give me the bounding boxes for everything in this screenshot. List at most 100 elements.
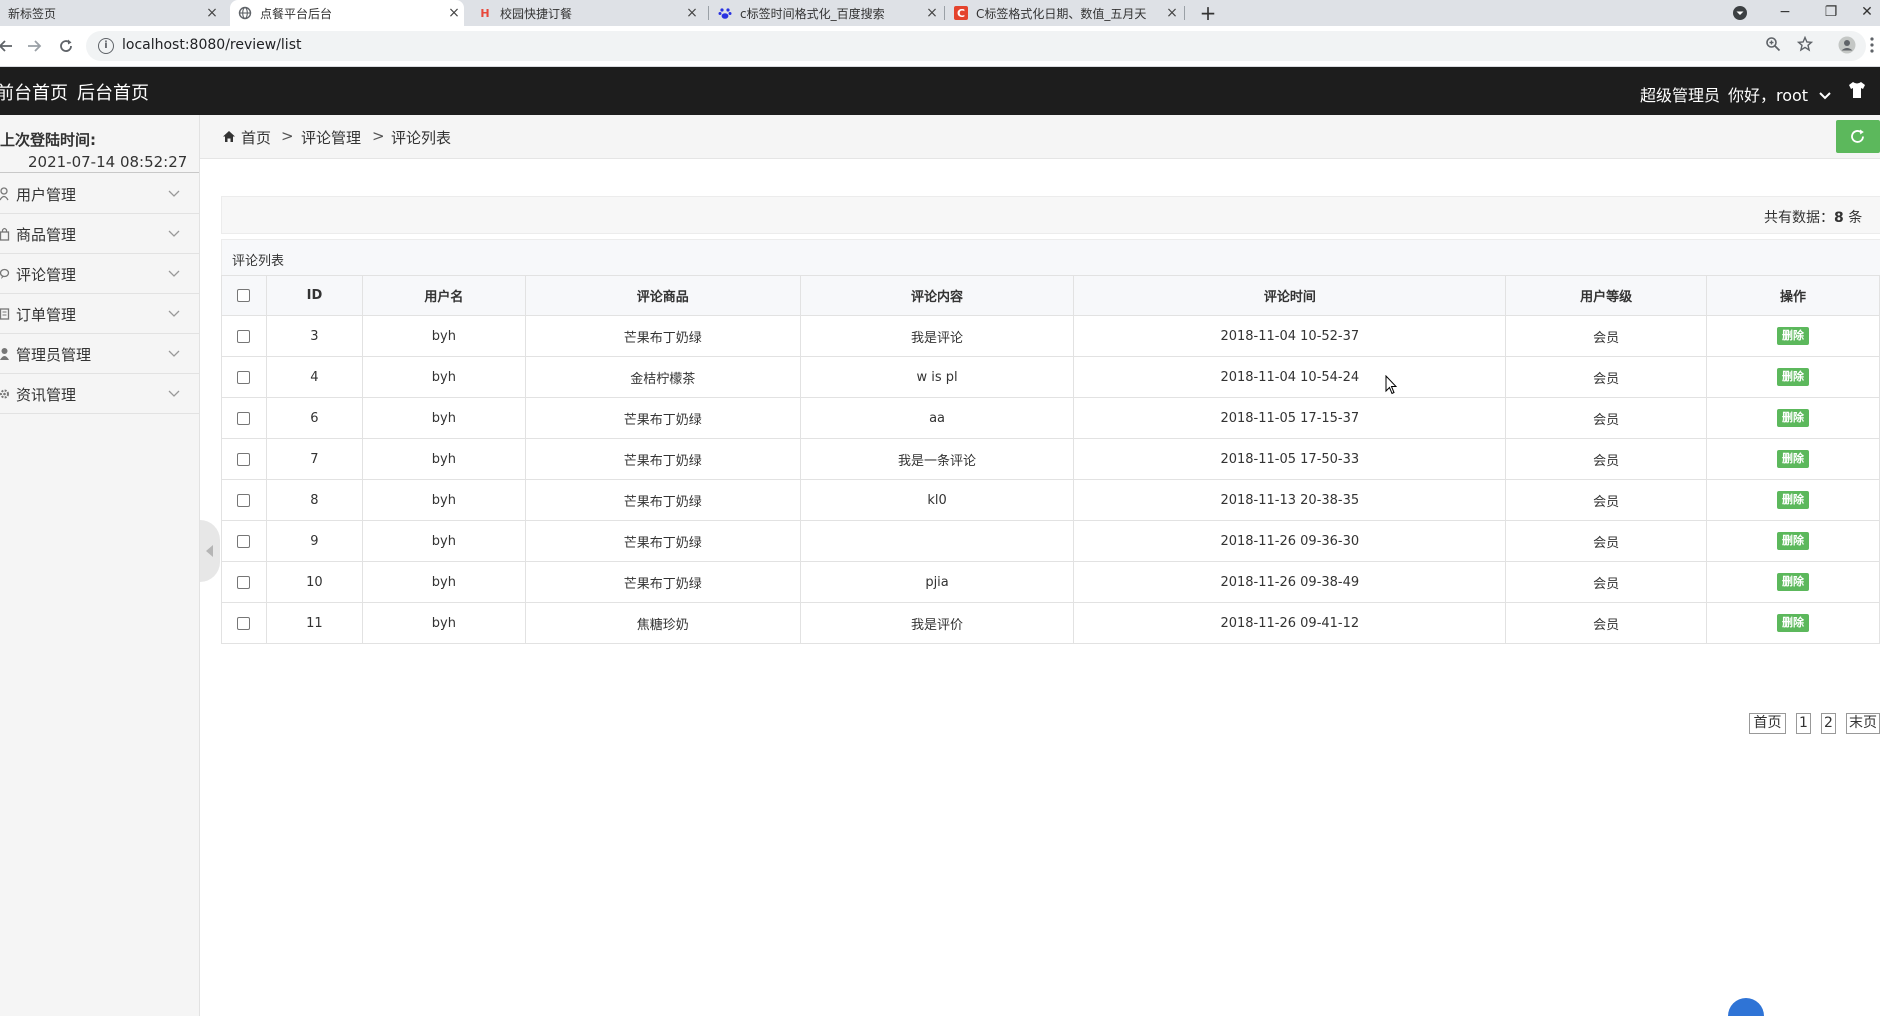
row-checkbox[interactable] [237,411,251,425]
back-home-link[interactable]: 后台首页 [77,79,149,105]
reload-icon[interactable] [54,34,78,58]
delete-button[interactable]: 删除 [1777,491,1810,509]
breadcrumb-current: 评论列表 [391,129,452,147]
cell-action: 删除 [1706,520,1880,562]
row-select-cell [221,356,267,398]
cell-level: 会员 [1505,356,1708,398]
minimize-button[interactable]: − [1762,0,1808,26]
browser-tab[interactable]: c标签时间格式化_百度搜索 × [710,0,942,26]
delete-button[interactable]: 删除 [1777,573,1810,591]
cell-action: 删除 [1706,356,1880,398]
delete-button[interactable]: 删除 [1777,368,1810,386]
cell-id: 8 [265,479,363,521]
breadcrumb-home[interactable]: 首页 [241,127,271,148]
chevron-down-icon [168,186,182,200]
floating-assistant-icon[interactable] [1728,998,1764,1016]
zoom-icon[interactable] [1762,36,1784,58]
select-all-checkbox[interactable] [237,289,251,302]
pager-page-1[interactable]: 1 [1796,713,1811,734]
breadcrumb: 首页 > 评论管理 > 评论列表 [200,115,1880,159]
site-info-icon[interactable]: i [98,38,114,54]
shirt-icon[interactable] [1847,80,1867,100]
cell-content [799,520,1075,562]
new-tab-button[interactable]: + [1196,1,1220,25]
sidebar-item-news[interactable]: 资讯管理 [0,374,199,414]
table-header-row: ID 用户名 评论商品 评论内容 评论时间 用户等级 操作 [221,275,1880,316]
browser-toolbar: i localhost:8080/review/list [0,26,1880,67]
cell-product: 芒果布丁奶绿 [524,561,801,603]
row-select-cell [221,602,267,644]
tab-separator [944,6,945,20]
chevron-down-icon [168,346,182,360]
tab-close-icon[interactable]: × [444,5,464,21]
row-select-cell [221,479,267,521]
column-header-action: 操作 [1706,275,1880,316]
sidebar-item-label: 评论管理 [16,266,77,284]
menu-dots-icon[interactable] [1866,36,1878,58]
total-prefix: 共有数据： [1764,210,1834,226]
sidebar-item-products[interactable]: 商品管理 [0,214,199,254]
delete-button[interactable]: 删除 [1777,327,1810,345]
row-checkbox[interactable] [237,534,251,548]
sidebar-item-label: 商品管理 [16,226,77,244]
tab-close-icon[interactable]: × [922,5,942,21]
cell-time: 2018-11-26 09-38-49 [1073,561,1507,603]
bookmark-star-icon[interactable] [1794,35,1816,58]
csdn-logo-icon: C [954,6,968,20]
close-window-button[interactable]: ✕ [1854,0,1880,26]
refresh-button[interactable] [1836,120,1880,153]
user-icon [0,187,12,201]
row-checkbox[interactable] [237,329,251,343]
browser-tab[interactable]: H 校园快捷订餐 × [470,0,702,26]
tab-search-icon[interactable] [1718,0,1762,26]
sidebar-item-admins[interactable]: 管理员管理 [0,334,199,374]
delete-button[interactable]: 删除 [1777,532,1810,550]
chevron-down-icon [168,266,182,280]
cell-product: 芒果布丁奶绿 [524,479,801,521]
row-checkbox[interactable] [237,575,251,589]
front-home-link[interactable]: 前台首页 [0,79,68,105]
pager-last[interactable]: 末页 [1846,713,1880,734]
profile-icon[interactable] [1836,36,1858,58]
pager-page-2[interactable]: 2 [1821,713,1836,734]
app-header: 前台首页 后台首页 超级管理员 你好，root [0,67,1880,115]
cell-action: 删除 [1706,438,1880,480]
delete-button[interactable]: 删除 [1777,614,1810,632]
row-checkbox[interactable] [237,370,251,384]
cell-time: 2018-11-05 17-15-37 [1073,397,1507,439]
cell-product: 芒果布丁奶绿 [524,315,801,357]
browser-tab-active[interactable]: 点餐平台后台 × [230,0,464,26]
tab-close-icon[interactable]: × [682,5,702,21]
last-login-time: 2021-07-14 08:52:27 [28,153,188,171]
breadcrumb-separator: > [372,127,385,145]
delete-button[interactable]: 删除 [1777,450,1810,468]
forward-arrow-icon[interactable] [22,34,46,58]
breadcrumb-reviews[interactable]: 评论管理 [301,127,361,148]
back-arrow-icon[interactable] [0,34,18,58]
user-menu[interactable]: 你好，root [1728,82,1831,106]
delete-button[interactable]: 删除 [1777,409,1810,427]
sidebar-collapse-toggle[interactable] [200,520,220,582]
tab-close-icon[interactable]: × [202,5,222,21]
bag-icon [0,227,12,241]
pager-first[interactable]: 首页 [1749,713,1786,734]
cell-username: byh [361,438,526,480]
tab-close-icon[interactable]: × [1162,5,1182,21]
cell-id: 10 [265,561,363,603]
cell-time: 2018-11-04 10-54-24 [1073,356,1507,398]
cell-content: pjia [799,561,1075,603]
address-bar[interactable]: i localhost:8080/review/list [86,31,1866,61]
browser-tab[interactable]: 新标签页 × [0,0,222,26]
row-checkbox[interactable] [237,493,251,507]
row-checkbox[interactable] [237,452,251,466]
cell-username: byh [361,561,526,603]
sidebar-item-orders[interactable]: 订单管理 [0,294,199,334]
restore-button[interactable]: ❐ [1808,0,1854,26]
table-row: 4 byh 金桔柠檬茶 w is pl 2018-11-04 10-54-24 … [221,356,1880,398]
sidebar-item-users[interactable]: 用户管理 [0,174,199,214]
sidebar-item-reviews[interactable]: 评论管理 [0,254,199,294]
cell-id: 3 [265,315,363,357]
browser-tab[interactable]: C C标签格式化日期、数值_五月天 × [946,0,1182,26]
row-checkbox[interactable] [237,616,251,630]
summary-bar: 共有数据：8 条 [221,196,1880,234]
